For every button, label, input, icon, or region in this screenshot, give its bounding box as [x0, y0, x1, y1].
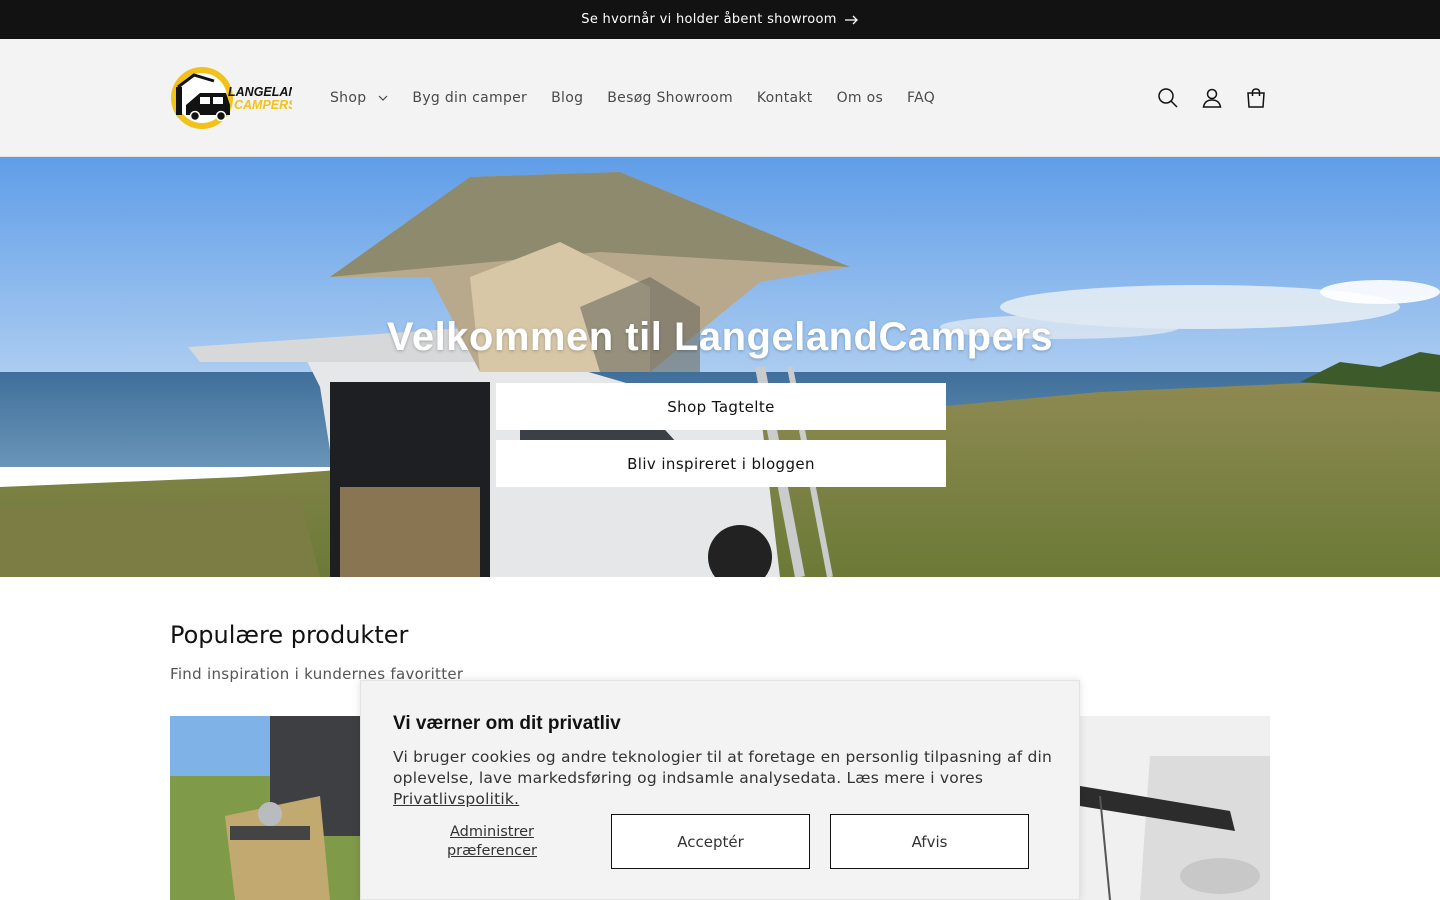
logo-text-line1: LANGELAND — [228, 85, 292, 99]
product-card-image[interactable] — [170, 716, 360, 900]
decline-cookies-button[interactable]: Afvis — [830, 814, 1029, 869]
nav-besog-showroom[interactable]: Besøg Showroom — [595, 90, 745, 106]
announcement-text: Se hvornår vi holder åbent showroom — [581, 12, 837, 27]
hero-title: Velkommen til LangelandCampers — [386, 315, 1054, 359]
nav-om-os[interactable]: Om os — [825, 90, 895, 106]
product-card-image[interactable] — [1080, 716, 1270, 900]
announcement-link[interactable]: Se hvornår vi holder åbent showroom — [581, 12, 858, 27]
search-button[interactable] — [1152, 82, 1184, 114]
nav-faq[interactable]: FAQ — [895, 90, 947, 106]
chevron-down-icon — [378, 95, 388, 101]
search-icon — [1158, 88, 1178, 108]
cookie-text-body: Vi bruger cookies og andre teknologier t… — [393, 748, 1053, 787]
privacy-policy-link[interactable]: Privatlivspolitik. — [393, 790, 519, 808]
product-image-camp-kitchen — [170, 716, 360, 900]
popular-products-title: Populære produkter — [170, 621, 409, 649]
announcement-bar: Se hvornår vi holder åbent showroom — [0, 0, 1440, 39]
hero-image — [0, 157, 1440, 577]
nav-shop[interactable]: Shop — [318, 90, 400, 106]
header-icons — [1152, 39, 1272, 157]
site-header: LANGELAND CAMPERS Shop Byg din camper Bl… — [0, 39, 1440, 157]
blog-inspiration-button[interactable]: Bliv inspireret i bloggen — [496, 440, 946, 487]
arrow-right-icon — [844, 15, 858, 24]
account-icon — [1202, 88, 1222, 108]
manage-preferences-link[interactable]: Administrer præferencer — [421, 823, 563, 861]
hero-banner: Velkommen til LangelandCampers Shop Tagt… — [0, 157, 1440, 577]
product-image-awning — [1080, 716, 1270, 900]
logo-image: LANGELAND CAMPERS — [171, 67, 306, 129]
account-button[interactable] — [1196, 82, 1228, 114]
cart-icon — [1247, 88, 1265, 108]
logo-text-line2: CAMPERS — [234, 98, 292, 112]
shop-tagtelte-button[interactable]: Shop Tagtelte — [496, 383, 946, 430]
cart-button[interactable] — [1240, 82, 1272, 114]
nav-shop-label: Shop — [330, 90, 367, 106]
nav-blog[interactable]: Blog — [539, 90, 595, 106]
nav-kontakt[interactable]: Kontakt — [745, 90, 825, 106]
cookie-title: Vi værner om dit privatliv — [393, 713, 621, 734]
logo[interactable]: LANGELAND CAMPERS — [170, 65, 306, 131]
accept-cookies-button[interactable]: Acceptér — [611, 814, 810, 869]
main-nav: Shop Byg din camper Blog Besøg Showroom … — [318, 39, 947, 157]
cookie-banner: Vi værner om dit privatliv Vi bruger coo… — [360, 680, 1080, 900]
nav-byg-din-camper[interactable]: Byg din camper — [400, 90, 539, 106]
cookie-text: Vi bruger cookies og andre teknologier t… — [393, 747, 1057, 810]
